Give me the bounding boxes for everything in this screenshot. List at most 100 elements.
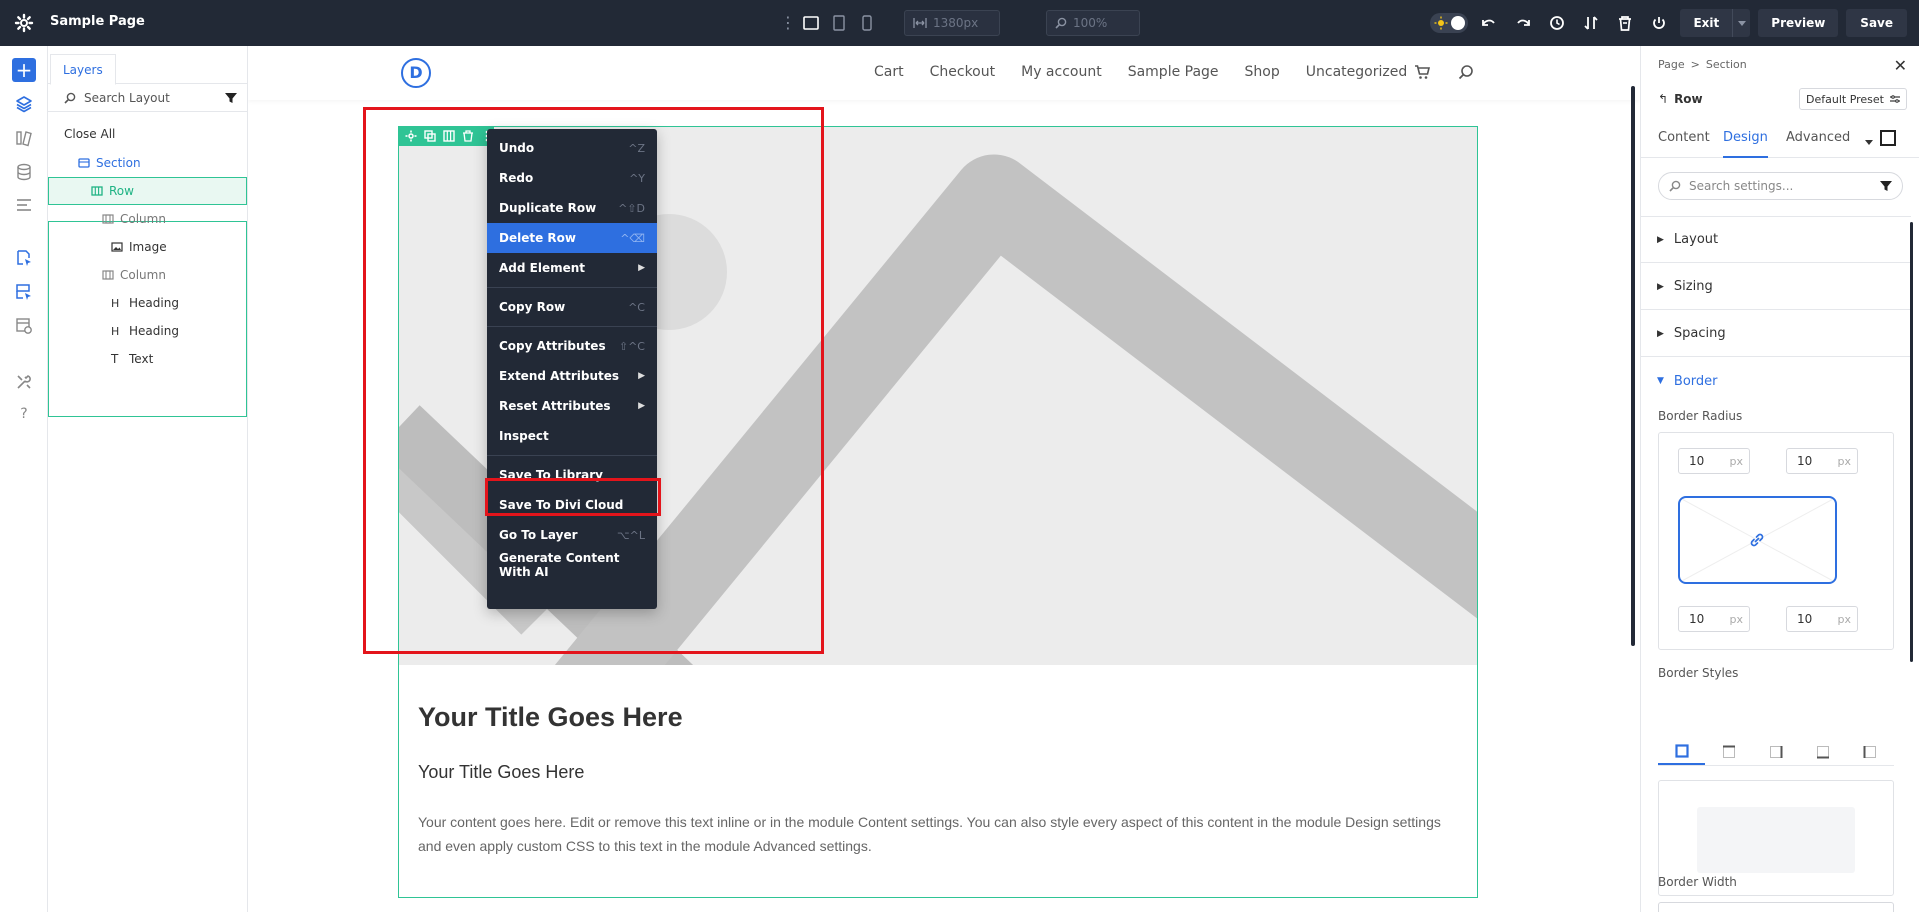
- zoom-field[interactable]: 100%: [1046, 10, 1140, 36]
- sort-icon[interactable]: [1578, 10, 1604, 36]
- tab-more-chevron-icon[interactable]: [1865, 134, 1873, 149]
- library-icon[interactable]: [12, 126, 36, 150]
- back-arrow-icon[interactable]: ↰: [1658, 92, 1668, 106]
- settings-scrollbar[interactable]: [1910, 222, 1913, 662]
- border-bottom-icon[interactable]: [1800, 738, 1847, 765]
- menu-item-undo[interactable]: Undo ^Z: [487, 133, 657, 163]
- layer-row[interactable]: Row: [48, 177, 247, 205]
- layer-heading[interactable]: H Heading: [48, 317, 247, 345]
- heading-1[interactable]: Your Title Goes Here: [418, 702, 683, 733]
- accordion-spacing[interactable]: ▶ Spacing: [1641, 311, 1911, 357]
- chevron-down-icon[interactable]: [1732, 9, 1751, 37]
- view-mode-icon[interactable]: [1880, 130, 1896, 146]
- preset-selector[interactable]: Default Preset: [1799, 88, 1907, 110]
- nav-link-my-account[interactable]: My account: [1021, 64, 1102, 80]
- layers-icon[interactable]: [12, 92, 36, 116]
- tablet-view-icon[interactable]: [828, 12, 850, 34]
- border-top-icon[interactable]: [1705, 738, 1752, 765]
- layer-section[interactable]: Section: [48, 149, 247, 177]
- close-all-link[interactable]: Close All: [48, 120, 247, 148]
- radius-bottom-left-input[interactable]: 10 px: [1678, 606, 1750, 632]
- exit-button[interactable]: Exit: [1680, 9, 1733, 37]
- radius-bottom-right-input[interactable]: 10 px: [1786, 606, 1858, 632]
- desktop-view-icon[interactable]: [800, 12, 822, 34]
- layer-text[interactable]: T Text: [48, 345, 247, 373]
- tools-icon[interactable]: [12, 370, 36, 394]
- settings-search[interactable]: Search settings...: [1658, 172, 1903, 200]
- tab-design[interactable]: Design: [1723, 124, 1768, 158]
- menu-item-redo[interactable]: Redo ^Y: [487, 163, 657, 193]
- save-button[interactable]: Save: [1846, 9, 1907, 37]
- filter-icon[interactable]: [1880, 180, 1892, 192]
- template-settings-icon[interactable]: [12, 314, 36, 338]
- menu-item-delete-row[interactable]: Delete Row ^⌫: [487, 223, 657, 253]
- layer-image[interactable]: Image: [48, 233, 247, 261]
- redo-icon[interactable]: [1510, 10, 1536, 36]
- layer-column[interactable]: Column: [48, 261, 247, 289]
- accordion-sizing[interactable]: ▶ Sizing: [1641, 264, 1911, 310]
- layer-label: Image: [129, 240, 167, 254]
- breadcrumb-section[interactable]: Section: [1706, 58, 1747, 71]
- help-icon[interactable]: ?: [12, 402, 36, 426]
- search-icon[interactable]: [1458, 64, 1474, 84]
- preview-button[interactable]: Preview: [1758, 9, 1839, 37]
- menu-shortcut: ^⇧D: [618, 201, 645, 215]
- heading-2[interactable]: Your Title Goes Here: [418, 762, 584, 783]
- tab-content[interactable]: Content: [1658, 124, 1710, 158]
- add-icon[interactable]: +: [12, 58, 36, 82]
- power-icon[interactable]: [1646, 10, 1672, 36]
- border-right-icon[interactable]: [1752, 738, 1799, 765]
- site-header: D Cart Checkout My account Sample Page S…: [248, 46, 1640, 100]
- close-icon[interactable]: ✕: [1894, 56, 1907, 75]
- breadcrumb-page[interactable]: Page: [1658, 58, 1685, 71]
- layers-search[interactable]: Search Layout: [48, 84, 247, 112]
- page-settings-icon[interactable]: [12, 246, 36, 270]
- menu-item-copy-attributes[interactable]: Copy Attributes ⇧^C: [487, 331, 657, 361]
- nav-link-sample-page[interactable]: Sample Page: [1128, 64, 1219, 80]
- canvas-width-placeholder: 1380px: [933, 16, 979, 30]
- nav-link-cart[interactable]: Cart: [874, 64, 904, 80]
- menu-item-go-to-layer[interactable]: Go To Layer ⌥^L: [487, 520, 657, 550]
- drag-handle-icon[interactable]: ⋮: [780, 13, 796, 33]
- undo-icon[interactable]: [1476, 10, 1502, 36]
- clear-icon[interactable]: [1612, 10, 1638, 36]
- radius-top-left-input[interactable]: 10 px: [1678, 448, 1750, 474]
- settings-panel: Page > Section ✕ ↰ Row Default Preset Co…: [1640, 46, 1919, 912]
- menu-item-duplicate-row[interactable]: Duplicate Row ^⇧D: [487, 193, 657, 223]
- layer-column[interactable]: Column: [48, 205, 247, 233]
- cart-icon[interactable]: [1414, 64, 1431, 84]
- border-width-input[interactable]: [1658, 902, 1894, 912]
- link-icon[interactable]: [1748, 531, 1766, 553]
- accordion-border[interactable]: ▼ Border: [1641, 358, 1911, 404]
- menu-item-extend-attributes[interactable]: Extend Attributes ▶: [487, 361, 657, 391]
- filter-icon[interactable]: [225, 92, 237, 104]
- border-left-icon[interactable]: [1847, 738, 1894, 765]
- layer-heading[interactable]: H Heading: [48, 289, 247, 317]
- menu-item-add-element[interactable]: Add Element ▶: [487, 253, 657, 283]
- layout-icon[interactable]: [12, 194, 36, 218]
- menu-item-inspect[interactable]: Inspect: [487, 421, 657, 451]
- phone-view-icon[interactable]: [856, 12, 878, 34]
- body-text[interactable]: Your content goes here. Edit or remove t…: [418, 810, 1458, 858]
- theme-builder-icon[interactable]: [12, 280, 36, 304]
- site-logo[interactable]: D: [401, 58, 431, 88]
- history-icon[interactable]: [1544, 10, 1570, 36]
- context-menu: Undo ^Z Redo ^Y Duplicate Row ^⇧D Delete Ro…: [487, 129, 657, 609]
- tab-layers[interactable]: Layers: [50, 54, 116, 85]
- accordion-layout[interactable]: ▶ Layout: [1641, 217, 1911, 263]
- theme-toggle[interactable]: [1430, 13, 1469, 33]
- tab-advanced[interactable]: Advanced: [1786, 124, 1850, 158]
- database-icon[interactable]: [12, 160, 36, 184]
- nav-link-uncategorized[interactable]: Uncategorized: [1306, 64, 1407, 80]
- menu-item-generate-content-with-ai[interactable]: Generate Content With AI: [487, 550, 657, 580]
- menu-item-reset-attributes[interactable]: Reset Attributes ▶: [487, 391, 657, 421]
- canvas-scrollbar[interactable]: [1631, 86, 1635, 646]
- border-all-sides-icon[interactable]: [1658, 738, 1706, 765]
- nav-link-shop[interactable]: Shop: [1245, 64, 1280, 80]
- nav-link-checkout[interactable]: Checkout: [930, 64, 996, 80]
- radius-top-right-input[interactable]: 10 px: [1786, 448, 1858, 474]
- canvas-width-field[interactable]: 1380px: [904, 10, 1000, 36]
- gear-icon[interactable]: [14, 13, 34, 33]
- layer-label: Row: [109, 184, 134, 198]
- menu-item-copy-row[interactable]: Copy Row ^C: [487, 292, 657, 322]
